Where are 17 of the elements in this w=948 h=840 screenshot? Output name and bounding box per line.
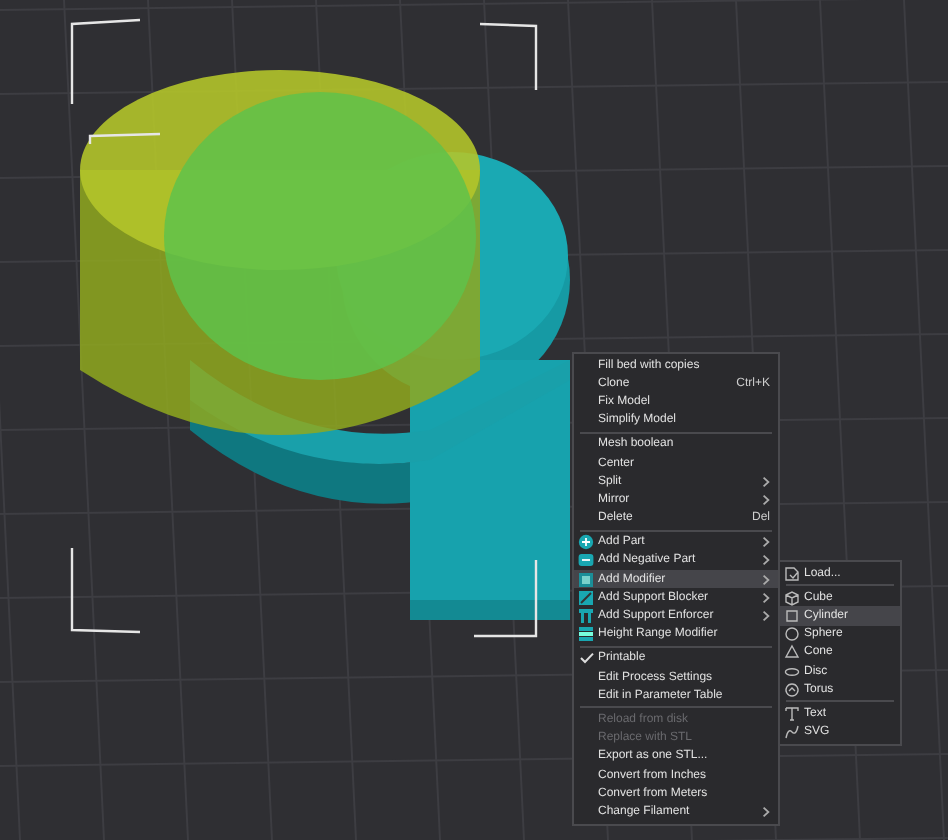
cone-icon [784,644,800,661]
check-icon [579,652,593,665]
cylinder-icon [784,607,800,624]
height-range-icon [578,626,594,643]
sphere-icon [784,626,800,643]
support-enforcer-icon [578,608,594,625]
modifier-icon [578,571,594,588]
disc-icon [784,663,800,680]
file-icon [784,565,800,582]
text-icon [784,705,800,722]
torus-icon [784,681,800,698]
cube-icon [784,589,800,606]
support-blocker-icon [578,589,594,606]
chevron-right-icon [762,805,770,818]
curve-icon [784,724,800,741]
negative-part-icon [578,552,594,569]
add-part-icon [578,534,594,551]
